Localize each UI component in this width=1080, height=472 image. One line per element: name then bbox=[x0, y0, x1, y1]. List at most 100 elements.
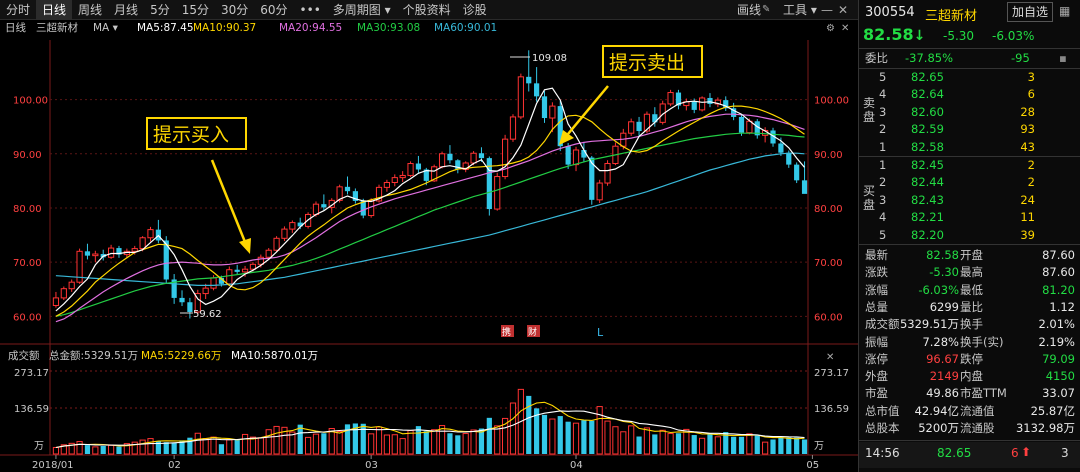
asks-level-row[interactable]: 1 82.58 43 bbox=[859, 139, 1080, 156]
candle[interactable] bbox=[572, 146, 580, 172]
candle[interactable] bbox=[502, 134, 509, 180]
volume-bar bbox=[596, 406, 603, 455]
stat-label: 市盈TTM bbox=[960, 386, 1007, 401]
stat-label: 最新 bbox=[865, 248, 888, 262]
volume-bar bbox=[455, 435, 461, 454]
candle[interactable] bbox=[754, 119, 760, 139]
candle[interactable] bbox=[707, 93, 713, 108]
candle[interactable] bbox=[596, 179, 603, 204]
asks-level: 5 bbox=[879, 70, 887, 84]
candle[interactable] bbox=[675, 89, 682, 110]
candle[interactable] bbox=[155, 219, 161, 244]
candle[interactable] bbox=[636, 116, 642, 136]
bids-level-row[interactable]: 3 82.43 24 bbox=[859, 192, 1080, 209]
candle[interactable] bbox=[509, 114, 517, 142]
candle[interactable] bbox=[60, 286, 67, 301]
candle[interactable] bbox=[344, 176, 351, 195]
candle[interactable] bbox=[289, 220, 296, 233]
candle[interactable] bbox=[517, 73, 524, 120]
candle[interactable] bbox=[108, 244, 115, 259]
candle[interactable] bbox=[352, 188, 358, 204]
tick-time: 14:56 bbox=[865, 446, 900, 460]
candle[interactable] bbox=[171, 274, 177, 304]
stat-value: 25.87亿 bbox=[1030, 403, 1075, 418]
volume-bar bbox=[226, 439, 233, 455]
square-icon[interactable]: ▪ bbox=[1059, 50, 1067, 67]
candle[interactable] bbox=[534, 67, 540, 102]
asks-level-row[interactable]: 5 82.65 3 bbox=[859, 69, 1080, 86]
candle[interactable] bbox=[494, 172, 501, 211]
close-volume-icon[interactable]: ✕ bbox=[826, 352, 834, 363]
volume-bar bbox=[383, 434, 390, 455]
candle[interactable] bbox=[699, 96, 706, 112]
kline-chart[interactable]: 日线 三超新材 MA ▾ MA5:87.45 MA10:90.37 MA20:9… bbox=[0, 0, 858, 472]
candle[interactable] bbox=[179, 290, 185, 307]
candle[interactable] bbox=[438, 151, 446, 169]
asks-volume: 93 bbox=[1020, 122, 1035, 137]
add-watchlist-button[interactable]: 加自选 bbox=[1007, 2, 1053, 22]
grid-icon[interactable]: ▦ bbox=[1059, 4, 1070, 18]
candle[interactable] bbox=[76, 248, 83, 284]
candle[interactable] bbox=[407, 161, 414, 178]
candle[interactable] bbox=[68, 279, 75, 292]
volume-bar bbox=[108, 444, 115, 455]
volume-bar bbox=[691, 435, 697, 454]
asks-price: 82.59 bbox=[911, 122, 944, 137]
candle[interactable] bbox=[714, 97, 721, 108]
candle[interactable] bbox=[84, 243, 91, 260]
candle[interactable] bbox=[391, 174, 398, 187]
candle[interactable] bbox=[683, 98, 690, 111]
candle[interactable] bbox=[92, 250, 99, 263]
tick-volume: 6 bbox=[1011, 446, 1019, 460]
candle[interactable] bbox=[447, 145, 453, 164]
candle[interactable] bbox=[415, 155, 422, 173]
candle[interactable] bbox=[234, 264, 240, 275]
candle[interactable] bbox=[383, 179, 390, 192]
volume-bar bbox=[462, 433, 469, 455]
candle[interactable] bbox=[187, 297, 193, 319]
asks-level-row[interactable]: 3 82.60 28 bbox=[859, 104, 1080, 121]
candle[interactable] bbox=[794, 162, 800, 184]
vol-unit-right: 万 bbox=[814, 441, 824, 452]
volume-bar bbox=[163, 442, 169, 454]
candle[interactable] bbox=[116, 245, 122, 258]
candle[interactable] bbox=[455, 159, 461, 174]
stat-value: 6299 bbox=[929, 299, 959, 314]
stat-label: 市盈 bbox=[865, 386, 888, 401]
candle[interactable] bbox=[399, 171, 406, 182]
stat-value: 87.60 bbox=[1042, 265, 1075, 280]
asks-level: 1 bbox=[879, 139, 887, 154]
volume-bar bbox=[589, 420, 595, 454]
candle[interactable] bbox=[462, 161, 469, 173]
candle[interactable] bbox=[486, 156, 492, 216]
volume-bar bbox=[375, 426, 383, 455]
candle[interactable] bbox=[202, 283, 209, 299]
candle[interactable] bbox=[281, 226, 288, 242]
candle[interactable] bbox=[52, 291, 60, 308]
candle[interactable] bbox=[723, 96, 729, 111]
candle[interactable] bbox=[526, 50, 532, 92]
candle[interactable] bbox=[667, 89, 674, 107]
bids-level-row[interactable]: 2 82.44 2 bbox=[859, 174, 1080, 191]
tick-count: 3 bbox=[1061, 446, 1069, 460]
bids-level-row[interactable]: 5 82.20 39 bbox=[859, 227, 1080, 244]
ma10-value: MA10:90.37 bbox=[193, 22, 256, 34]
volume-bar bbox=[241, 433, 249, 455]
volume-bar bbox=[572, 422, 580, 455]
candle[interactable] bbox=[801, 161, 808, 194]
candle[interactable] bbox=[604, 160, 611, 186]
candle[interactable] bbox=[147, 226, 154, 242]
candle[interactable] bbox=[628, 118, 635, 136]
bids-level-row[interactable]: 4 82.21 11 bbox=[859, 209, 1080, 226]
bids-level-row[interactable]: 1 82.45 2 bbox=[859, 157, 1080, 174]
ma-dropdown[interactable]: MA ▾ bbox=[93, 22, 119, 34]
candle[interactable] bbox=[541, 90, 548, 123]
candle[interactable] bbox=[612, 142, 619, 166]
event-badge-3[interactable]: L bbox=[597, 326, 604, 339]
tick-row[interactable]: 14:56 82.65 6 ⬆ 3 bbox=[859, 442, 1080, 468]
close-indicator-icon[interactable]: ✕ bbox=[841, 23, 849, 34]
candle[interactable] bbox=[163, 236, 169, 284]
asks-level-row[interactable]: 2 82.59 93 bbox=[859, 121, 1080, 138]
asks-level-row[interactable]: 4 82.64 6 bbox=[859, 86, 1080, 103]
settings-icon[interactable]: ⚙ bbox=[826, 23, 835, 34]
